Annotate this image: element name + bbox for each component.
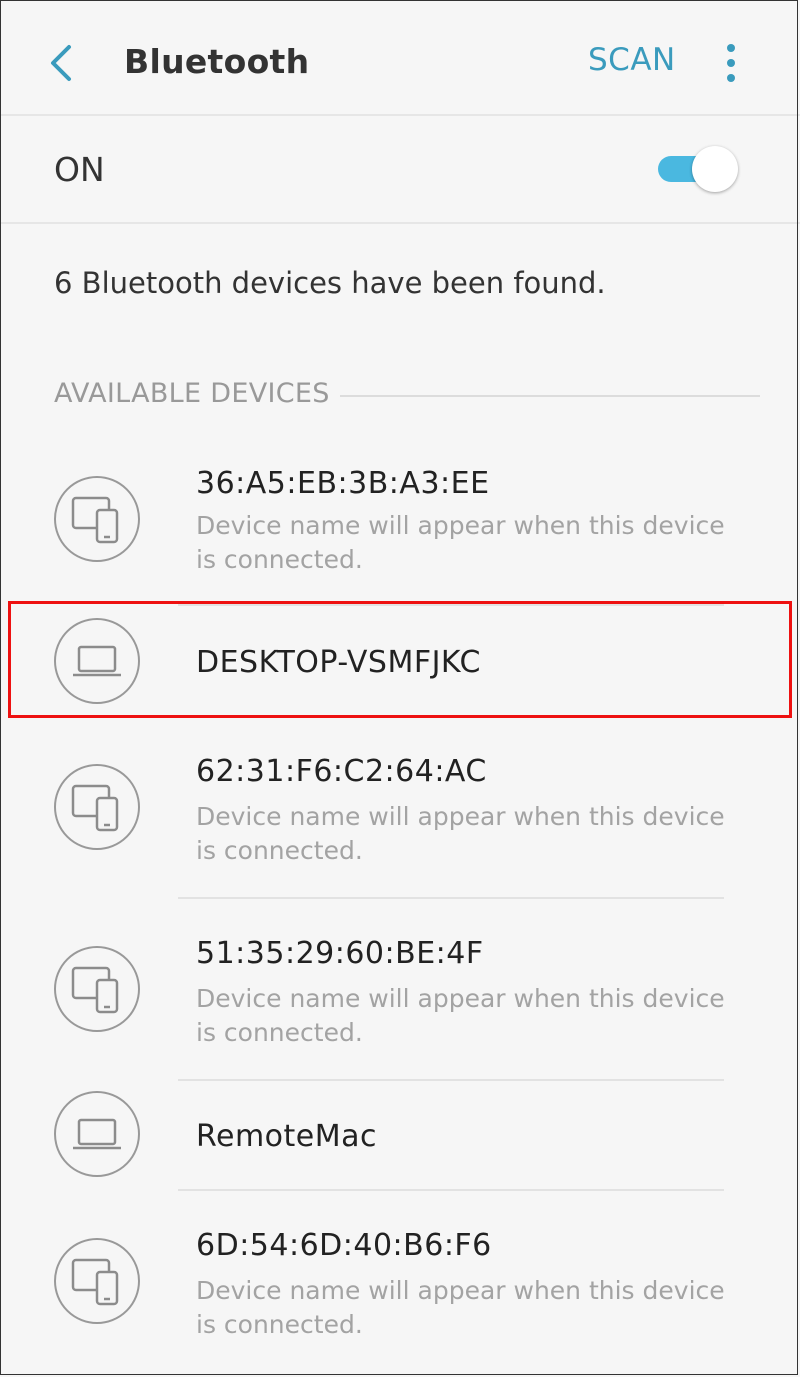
device-item[interactable]: 62:31:F6:C2:64:AC Device name will appea…: [0, 750, 800, 896]
highlight-box: [8, 601, 792, 718]
device-icon-circle: [54, 764, 140, 850]
device-name: 51:35:29:60:BE:4F: [196, 936, 484, 971]
section-divider: [340, 395, 760, 397]
bluetooth-state-label: ON: [54, 150, 105, 189]
bluetooth-toggle-row[interactable]: ON: [0, 116, 800, 224]
devices-icon: [71, 496, 119, 544]
chevron-left-icon: [51, 45, 71, 81]
more-vertical-icon: [727, 44, 735, 52]
device-name: 6D:54:6D:40:B6:F6: [196, 1228, 492, 1263]
device-description: Device name will appear when this device…: [196, 1276, 725, 1339]
app-bar: Bluetooth SCAN: [0, 0, 800, 116]
device-icon-circle: [54, 1238, 140, 1324]
toggle-thumb: [692, 146, 738, 192]
bluetooth-toggle-switch[interactable]: [656, 146, 740, 192]
device-item[interactable]: RemoteMac: [0, 1081, 800, 1189]
laptop-icon: [73, 1118, 121, 1150]
more-options-button[interactable]: [716, 40, 746, 86]
devices-icon: [71, 966, 119, 1014]
devices-icon: [71, 784, 119, 832]
devices-found-status: 6 Bluetooth devices have been found.: [54, 266, 606, 300]
device-item[interactable]: 36:A5:EB:3B:A3:EE Device name will appea…: [0, 458, 800, 594]
scan-button[interactable]: SCAN: [588, 42, 676, 78]
device-name: 62:31:F6:C2:64:AC: [196, 754, 487, 789]
device-name: RemoteMac: [196, 1119, 378, 1154]
device-item[interactable]: 6D:54:6D:40:B6:F6 Device name will appea…: [0, 1224, 800, 1370]
back-button[interactable]: [44, 40, 78, 86]
list-divider: [178, 1189, 724, 1191]
page-title: Bluetooth: [124, 42, 310, 81]
device-item[interactable]: 51:35:29:60:BE:4F Device name will appea…: [0, 932, 800, 1078]
available-devices-header: AVAILABLE DEVICES: [54, 378, 330, 409]
device-name: 36:A5:EB:3B:A3:EE: [196, 466, 490, 501]
devices-icon: [71, 1258, 119, 1306]
device-description: Device name will appear when this device…: [196, 511, 725, 574]
device-icon-circle: [54, 476, 140, 562]
device-icon-circle: [54, 1091, 140, 1177]
device-icon-circle: [54, 946, 140, 1032]
device-description: Device name will appear when this device…: [196, 802, 725, 865]
device-description: Device name will appear when this device…: [196, 984, 725, 1047]
list-divider: [178, 897, 724, 899]
